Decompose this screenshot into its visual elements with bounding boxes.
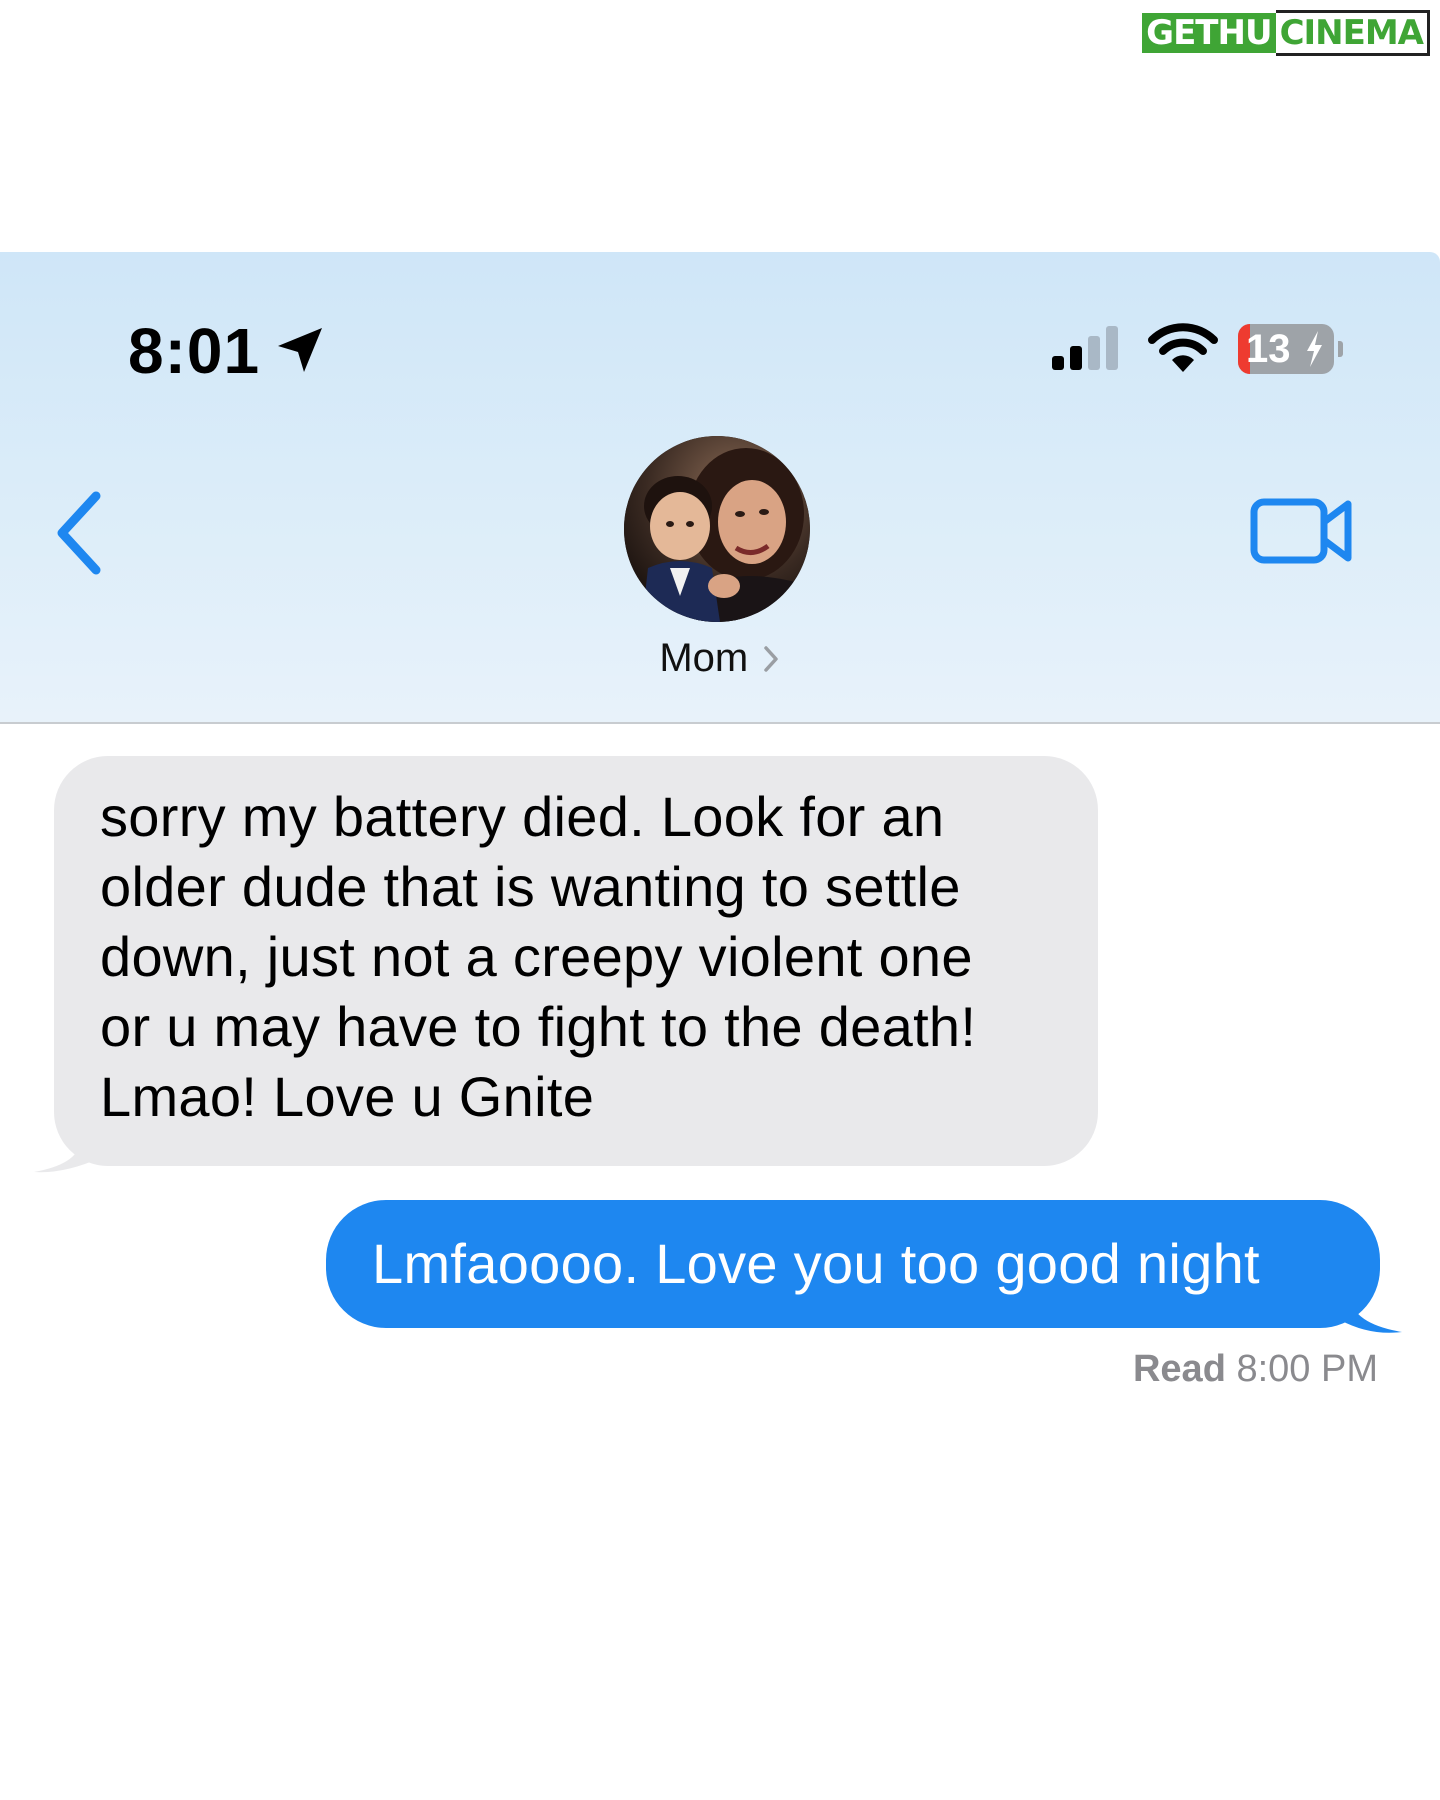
outgoing-message-text: Lmfaoooo. Love you too good night: [372, 1232, 1260, 1295]
chevron-right-icon: [763, 645, 778, 672]
read-receipt-time: 8:00 PM: [1236, 1348, 1378, 1390]
wifi-icon: [1148, 323, 1218, 372]
incoming-message-bubble[interactable]: sorry my battery died. Look for an older…: [54, 756, 1098, 1166]
messages-screenshot: 8:01 13 Mom sorry my battery died. Look …: [0, 252, 1440, 1800]
battery-indicator: 13: [1238, 324, 1343, 374]
incoming-message-text: sorry my battery died. Look for an older…: [100, 785, 977, 1128]
cellular-signal-icon: [1052, 326, 1118, 370]
battery-cap: [1338, 341, 1343, 357]
watermark-logo: GETHU CINEMA: [1138, 8, 1434, 58]
location-arrow-icon: [278, 328, 322, 372]
contact-avatar[interactable]: [624, 436, 810, 622]
bolt-icon: [1307, 331, 1322, 367]
battery-body: 13: [1238, 324, 1334, 374]
status-time: 8:01: [128, 315, 261, 387]
read-receipt: Read 8:00 PM: [1133, 1348, 1378, 1391]
contact-name-row[interactable]: Mom: [0, 636, 1440, 681]
page: GETHU CINEMA 8:01 13 Mom sorry my batter…: [0, 0, 1440, 1800]
outgoing-message-bubble[interactable]: Lmfaoooo. Love you too good night: [326, 1200, 1380, 1328]
read-receipt-label: Read: [1132, 1348, 1226, 1390]
contact-name[interactable]: Mom: [659, 636, 748, 680]
chevron-left-icon[interactable]: [52, 490, 108, 576]
video-camera-icon[interactable]: [1250, 496, 1354, 566]
conversation-header: 8:01 13 Mom: [0, 252, 1440, 724]
avatar-photo: [624, 436, 810, 622]
battery-percent: 13: [1246, 327, 1291, 371]
watermark-right-text: CINEMA: [1275, 10, 1430, 56]
watermark-left-text: GETHU: [1142, 13, 1276, 53]
